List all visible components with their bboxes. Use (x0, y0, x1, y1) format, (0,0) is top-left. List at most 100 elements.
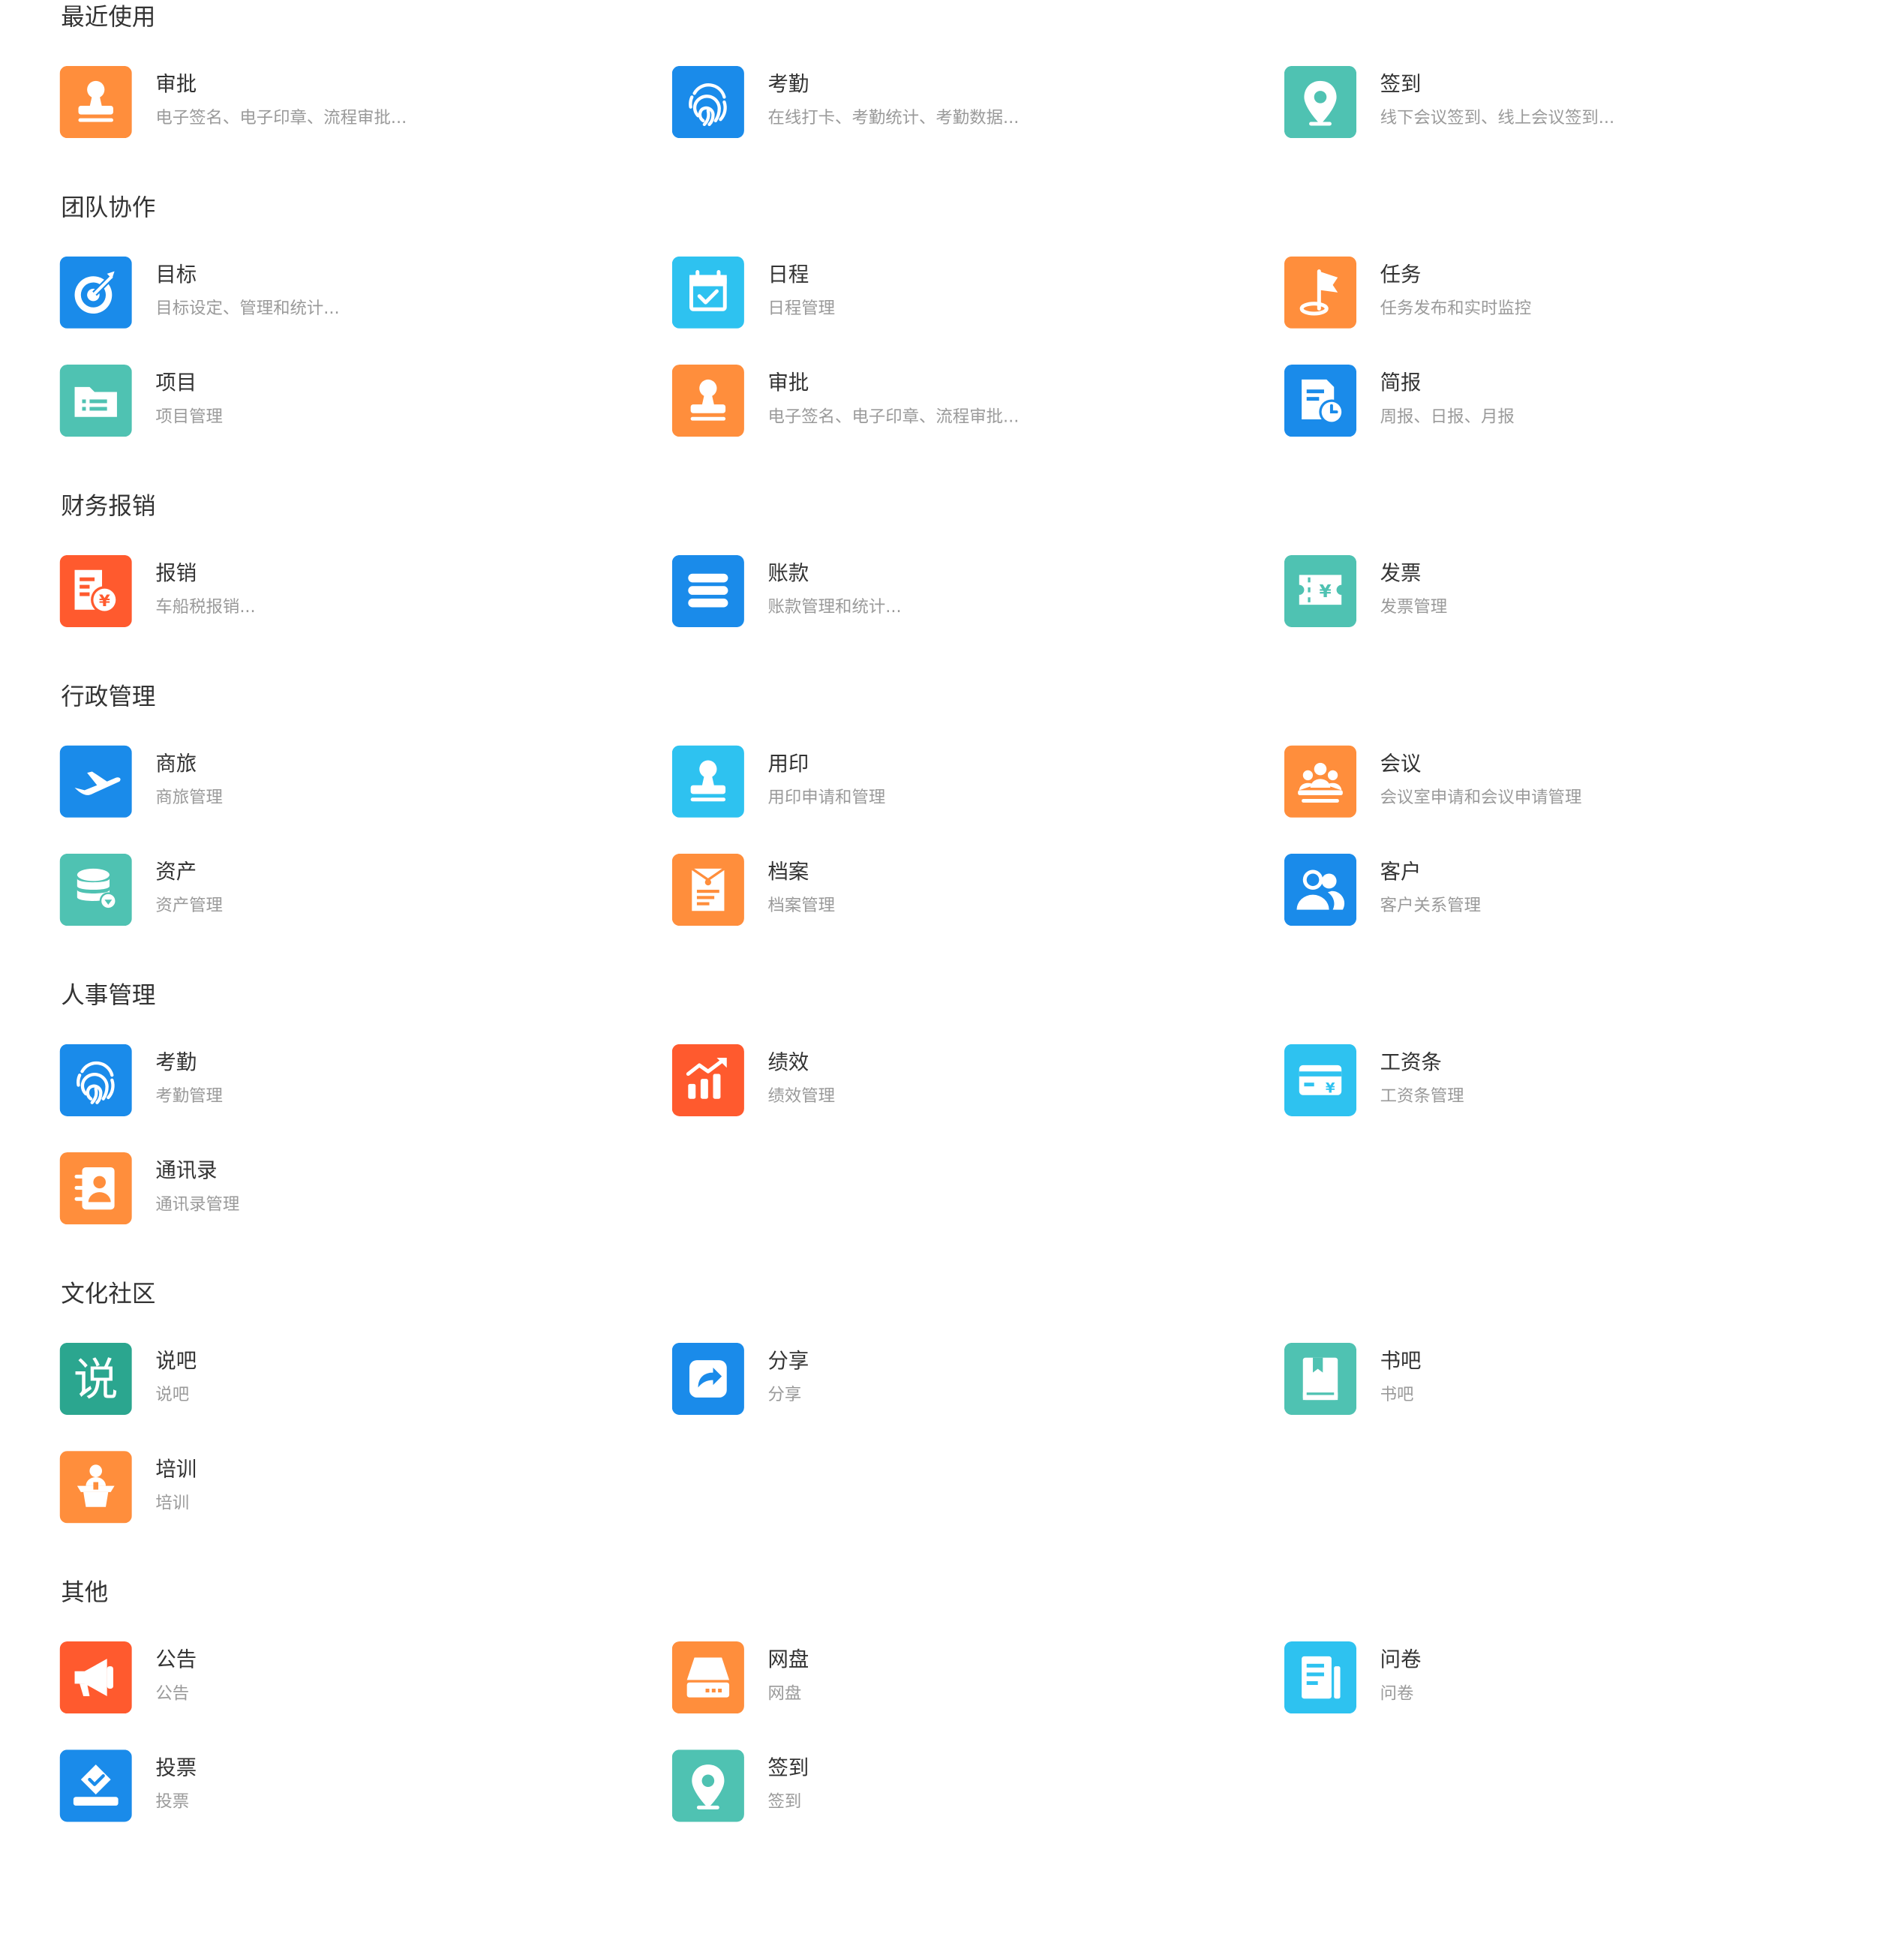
app-title: 签到 (767, 1755, 809, 1780)
app-tile[interactable]: 通讯录 通讯录管理 (59, 1152, 608, 1225)
app-title: 商旅 (155, 751, 197, 776)
app-title: 工资条 (1380, 1050, 1442, 1074)
app-tile[interactable]: 日程 日程管理 (671, 256, 1220, 329)
invoice-ticket-icon: ¥ (1284, 554, 1357, 628)
app-description: 书吧 (1380, 1385, 1414, 1405)
app-description: 目标设定、管理和统计... (155, 299, 340, 319)
app-title: 资产 (155, 860, 197, 884)
database-icon (59, 853, 132, 926)
app-description: 项目管理 (155, 407, 223, 427)
fingerprint-icon (59, 1044, 132, 1116)
section-title: 人事管理 (61, 981, 156, 1010)
airplane-icon (59, 745, 132, 818)
app-tile[interactable]: 考勤 考勤管理 (59, 1044, 608, 1116)
app-tile[interactable]: 审批 电子签名、电子印章、流程审批... (671, 365, 1220, 437)
app-title: 账款 (767, 561, 809, 585)
app-tile[interactable]: 审批 电子签名、电子印章、流程审批... (59, 65, 608, 139)
app-description: 通讯录管理 (155, 1194, 240, 1215)
salary-card-icon: ¥ (1284, 1044, 1357, 1116)
app-tile[interactable]: 问卷 问卷 (1284, 1641, 1832, 1714)
app-description: 会议室申请和会议申请管理 (1380, 788, 1582, 808)
app-description: 商旅管理 (155, 788, 223, 808)
app-tile[interactable]: 书吧 书吧 (1284, 1342, 1832, 1416)
app-description: 问卷 (1380, 1683, 1414, 1704)
app-description: 线下会议签到、线上会议签到... (1380, 108, 1615, 128)
app-tile[interactable]: 签到线下会议签到、线上会议签到... (1284, 65, 1832, 139)
app-title: 客户 (1380, 860, 1422, 884)
calendar-check-icon (671, 256, 744, 329)
chart-growth-icon (671, 1044, 744, 1116)
location-pin-icon (1284, 65, 1357, 139)
app-description: 周报、日报、月报 (1380, 407, 1515, 427)
app-tile[interactable]: 投票 投票 (59, 1749, 608, 1822)
app-tile[interactable]: 签到 签到 (671, 1749, 1220, 1822)
app-title: 考勤 (767, 72, 809, 96)
app-description: 账款管理和统计... (767, 597, 902, 617)
app-tile[interactable]: 项目 项目管理 (59, 365, 608, 437)
app-tile[interactable]: 简报 周报、日报、月报 (1284, 365, 1832, 437)
app-tile[interactable]: 说说吧 说吧 (59, 1342, 608, 1416)
app-title: 投票 (155, 1755, 197, 1780)
svg-text:¥: ¥ (1326, 1080, 1335, 1096)
questionnaire-icon (1284, 1641, 1357, 1714)
app-tile[interactable]: 任务 任务发布和实时监控 (1284, 256, 1832, 329)
contacts-icon (59, 1152, 132, 1225)
app-title: 目标 (155, 263, 197, 287)
app-tile[interactable]: 档案 档案管理 (671, 853, 1220, 926)
app-description: 电子签名、电子印章、流程审批... (767, 407, 1020, 427)
app-title: 用印 (767, 751, 809, 776)
app-title: 公告 (155, 1647, 197, 1671)
app-title: 考勤 (155, 1050, 197, 1074)
app-description: 在线打卡、考勤统计、考勤数据... (767, 108, 1020, 128)
app-tile[interactable]: 网盘 网盘 (671, 1641, 1220, 1714)
app-tile[interactable]: 培训 培训 (59, 1451, 608, 1524)
svg-text:¥: ¥ (1320, 581, 1332, 602)
stamp-icon (671, 745, 744, 818)
app-title: 说吧 (155, 1349, 197, 1373)
app-title: 问卷 (1380, 1647, 1422, 1671)
app-tile[interactable]: 考勤在线打卡、考勤统计、考勤数据... (671, 65, 1220, 139)
flag-icon (1284, 256, 1357, 329)
meeting-icon (1284, 745, 1357, 818)
app-description: 说吧 (155, 1385, 190, 1405)
app-tile[interactable]: ¥ 工资条工资条管理 (1284, 1044, 1832, 1116)
app-title: 通讯录 (155, 1158, 218, 1182)
share-icon (671, 1342, 744, 1416)
folder-list-icon (59, 365, 132, 437)
users-icon (1284, 853, 1357, 926)
app-tile[interactable]: 目标目标设定、管理和统计... (59, 256, 608, 329)
podium-icon (59, 1451, 132, 1524)
book-icon (1284, 1342, 1357, 1416)
app-tile[interactable]: 客户 客户关系管理 (1284, 853, 1832, 926)
app-tile[interactable]: 公告 公告 (59, 1641, 608, 1714)
app-title: 发票 (1380, 561, 1422, 585)
app-description: 日程管理 (767, 299, 836, 319)
app-title: 绩效 (767, 1050, 809, 1074)
app-title: 项目 (155, 371, 197, 395)
app-description: 工资条管理 (1380, 1086, 1464, 1107)
svg-text:¥: ¥ (99, 592, 110, 611)
app-tile[interactable]: 资产 资产管理 (59, 853, 608, 926)
section-title: 其他 (61, 1579, 109, 1607)
section-title: 团队协作 (61, 194, 156, 222)
section-title: 行政管理 (61, 683, 156, 711)
section-title: 最近使用 (61, 3, 156, 32)
stamp-icon (671, 365, 744, 437)
app-title: 任务 (1380, 263, 1422, 287)
app-title: 报销 (155, 561, 197, 585)
app-tile[interactable]: ¥ 发票发票管理 (1284, 554, 1832, 628)
app-tile[interactable]: 会议 会议室申请和会议申请管理 (1284, 745, 1832, 818)
app-tile[interactable]: 商旅 商旅管理 (59, 745, 608, 818)
app-description: 客户关系管理 (1380, 896, 1481, 916)
app-tile[interactable]: 分享 分享 (671, 1342, 1220, 1416)
app-tile[interactable]: 用印 用印申请和管理 (671, 745, 1220, 818)
app-title: 签到 (1380, 72, 1422, 96)
svg-text:说: 说 (74, 1355, 119, 1407)
app-tile[interactable]: 绩效 绩效管理 (671, 1044, 1220, 1116)
app-description: 发票管理 (1380, 597, 1448, 617)
app-tile[interactable]: 账款账款管理和统计... (671, 554, 1220, 628)
app-tile[interactable]: ¥ 报销 车船税报销... (59, 554, 608, 628)
app-title: 档案 (767, 860, 809, 884)
app-description: 培训 (155, 1493, 190, 1514)
app-title: 书吧 (1380, 1349, 1422, 1373)
